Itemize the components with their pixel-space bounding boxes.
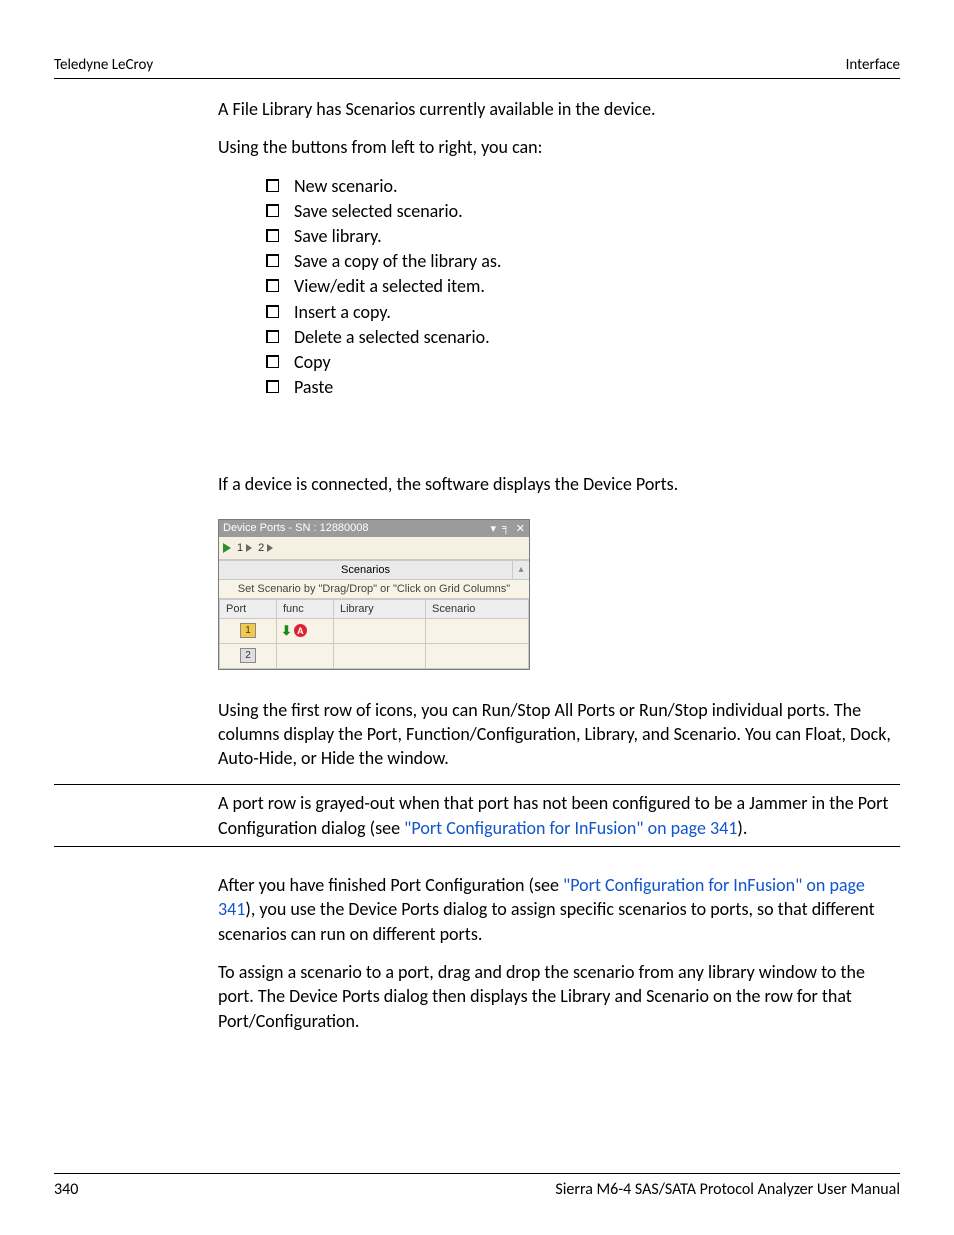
footer-title: Sierra M6-4 SAS/SATA Protocol Analyzer U…: [555, 1180, 900, 1199]
scenario-hint: Set Scenario by "Drag/Drop" or "Click on…: [219, 580, 529, 599]
list-item: Delete a selected scenario.: [266, 325, 900, 350]
paragraph: If a device is connected, the software d…: [218, 472, 900, 496]
window-toolbar: 1 2: [219, 537, 529, 560]
port-badge: 2: [240, 648, 256, 663]
ports-table: Port func Library Scenario 1 ⬇ A: [219, 599, 529, 669]
note-text-end: ).: [737, 817, 747, 839]
collapse-icon[interactable]: ▴: [513, 561, 529, 580]
page-number: 340: [54, 1180, 78, 1199]
paragraph: After you have finished Port Configurati…: [218, 873, 900, 946]
close-icon[interactable]: ✕: [516, 522, 525, 535]
scenario-cell[interactable]: [426, 618, 529, 643]
port-badge: 1: [240, 623, 256, 638]
play-all-icon[interactable]: [223, 543, 231, 553]
scenario-cell[interactable]: [426, 643, 529, 668]
header-right: Interface: [846, 56, 900, 74]
func-cell: [277, 643, 334, 668]
list-item: Save library.: [266, 224, 900, 249]
header-left: Teledyne LeCroy: [54, 56, 153, 74]
paragraph: Using the first row of icons, you can Ru…: [218, 698, 900, 771]
library-cell[interactable]: [334, 618, 426, 643]
col-library[interactable]: Library: [334, 599, 426, 618]
device-ports-window: Device Ports - SN : 12880008 ▾ ╕ ✕ 1 2 S…: [218, 519, 530, 670]
col-port[interactable]: Port: [220, 599, 277, 618]
list-item: Insert a copy.: [266, 300, 900, 325]
paragraph: To assign a scenario to a port, drag and…: [218, 960, 900, 1033]
play-port-1-icon[interactable]: [246, 544, 252, 552]
note-box: A port row is grayed-out when that port …: [54, 784, 900, 847]
port-1-label: 1: [237, 542, 243, 554]
window-titlebar[interactable]: Device Ports - SN : 12880008 ▾ ╕ ✕: [219, 520, 529, 537]
jammer-icon: ⬇: [281, 623, 292, 639]
table-row[interactable]: 1 ⬇ A: [220, 618, 529, 643]
scenarios-header: Scenarios: [219, 561, 513, 580]
page-header: Teledyne LeCroy Interface: [54, 56, 900, 79]
page-footer: 340 Sierra M6-4 SAS/SATA Protocol Analyz…: [54, 1173, 900, 1199]
list-item: Paste: [266, 375, 900, 400]
list-item: Copy: [266, 350, 900, 375]
paragraph: A File Library has Scenarios currently a…: [218, 97, 900, 121]
list-item: New scenario.: [266, 174, 900, 199]
table-row[interactable]: 2: [220, 643, 529, 668]
play-port-2-icon[interactable]: [267, 544, 273, 552]
list-item: Save selected scenario.: [266, 199, 900, 224]
cross-ref-link[interactable]: "Port Configuration for InFusion" on pag…: [404, 817, 737, 839]
list-item: View/edit a selected item.: [266, 274, 900, 299]
window-title-text: Device Ports - SN : 12880008: [223, 522, 490, 534]
paragraph: Using the buttons from left to right, yo…: [218, 135, 900, 159]
list-item: Save a copy of the library as.: [266, 249, 900, 274]
paragraph-text: ), you use the Device Ports dialog to as…: [218, 898, 875, 944]
device-ports-screenshot: Device Ports - SN : 12880008 ▾ ╕ ✕ 1 2 S…: [218, 519, 900, 670]
func-badge: A: [294, 624, 307, 637]
main-content: A File Library has Scenarios currently a…: [218, 97, 900, 1033]
bullet-list: New scenario. Save selected scenario. Sa…: [266, 174, 900, 401]
port-2-label: 2: [258, 542, 264, 554]
paragraph-text: After you have finished Port Configurati…: [218, 874, 563, 896]
col-func[interactable]: func: [277, 599, 334, 618]
library-cell[interactable]: [334, 643, 426, 668]
col-scenario[interactable]: Scenario: [426, 599, 529, 618]
menu-dropdown-icon[interactable]: ▾: [490, 522, 496, 535]
pin-icon[interactable]: ╕: [502, 522, 510, 534]
